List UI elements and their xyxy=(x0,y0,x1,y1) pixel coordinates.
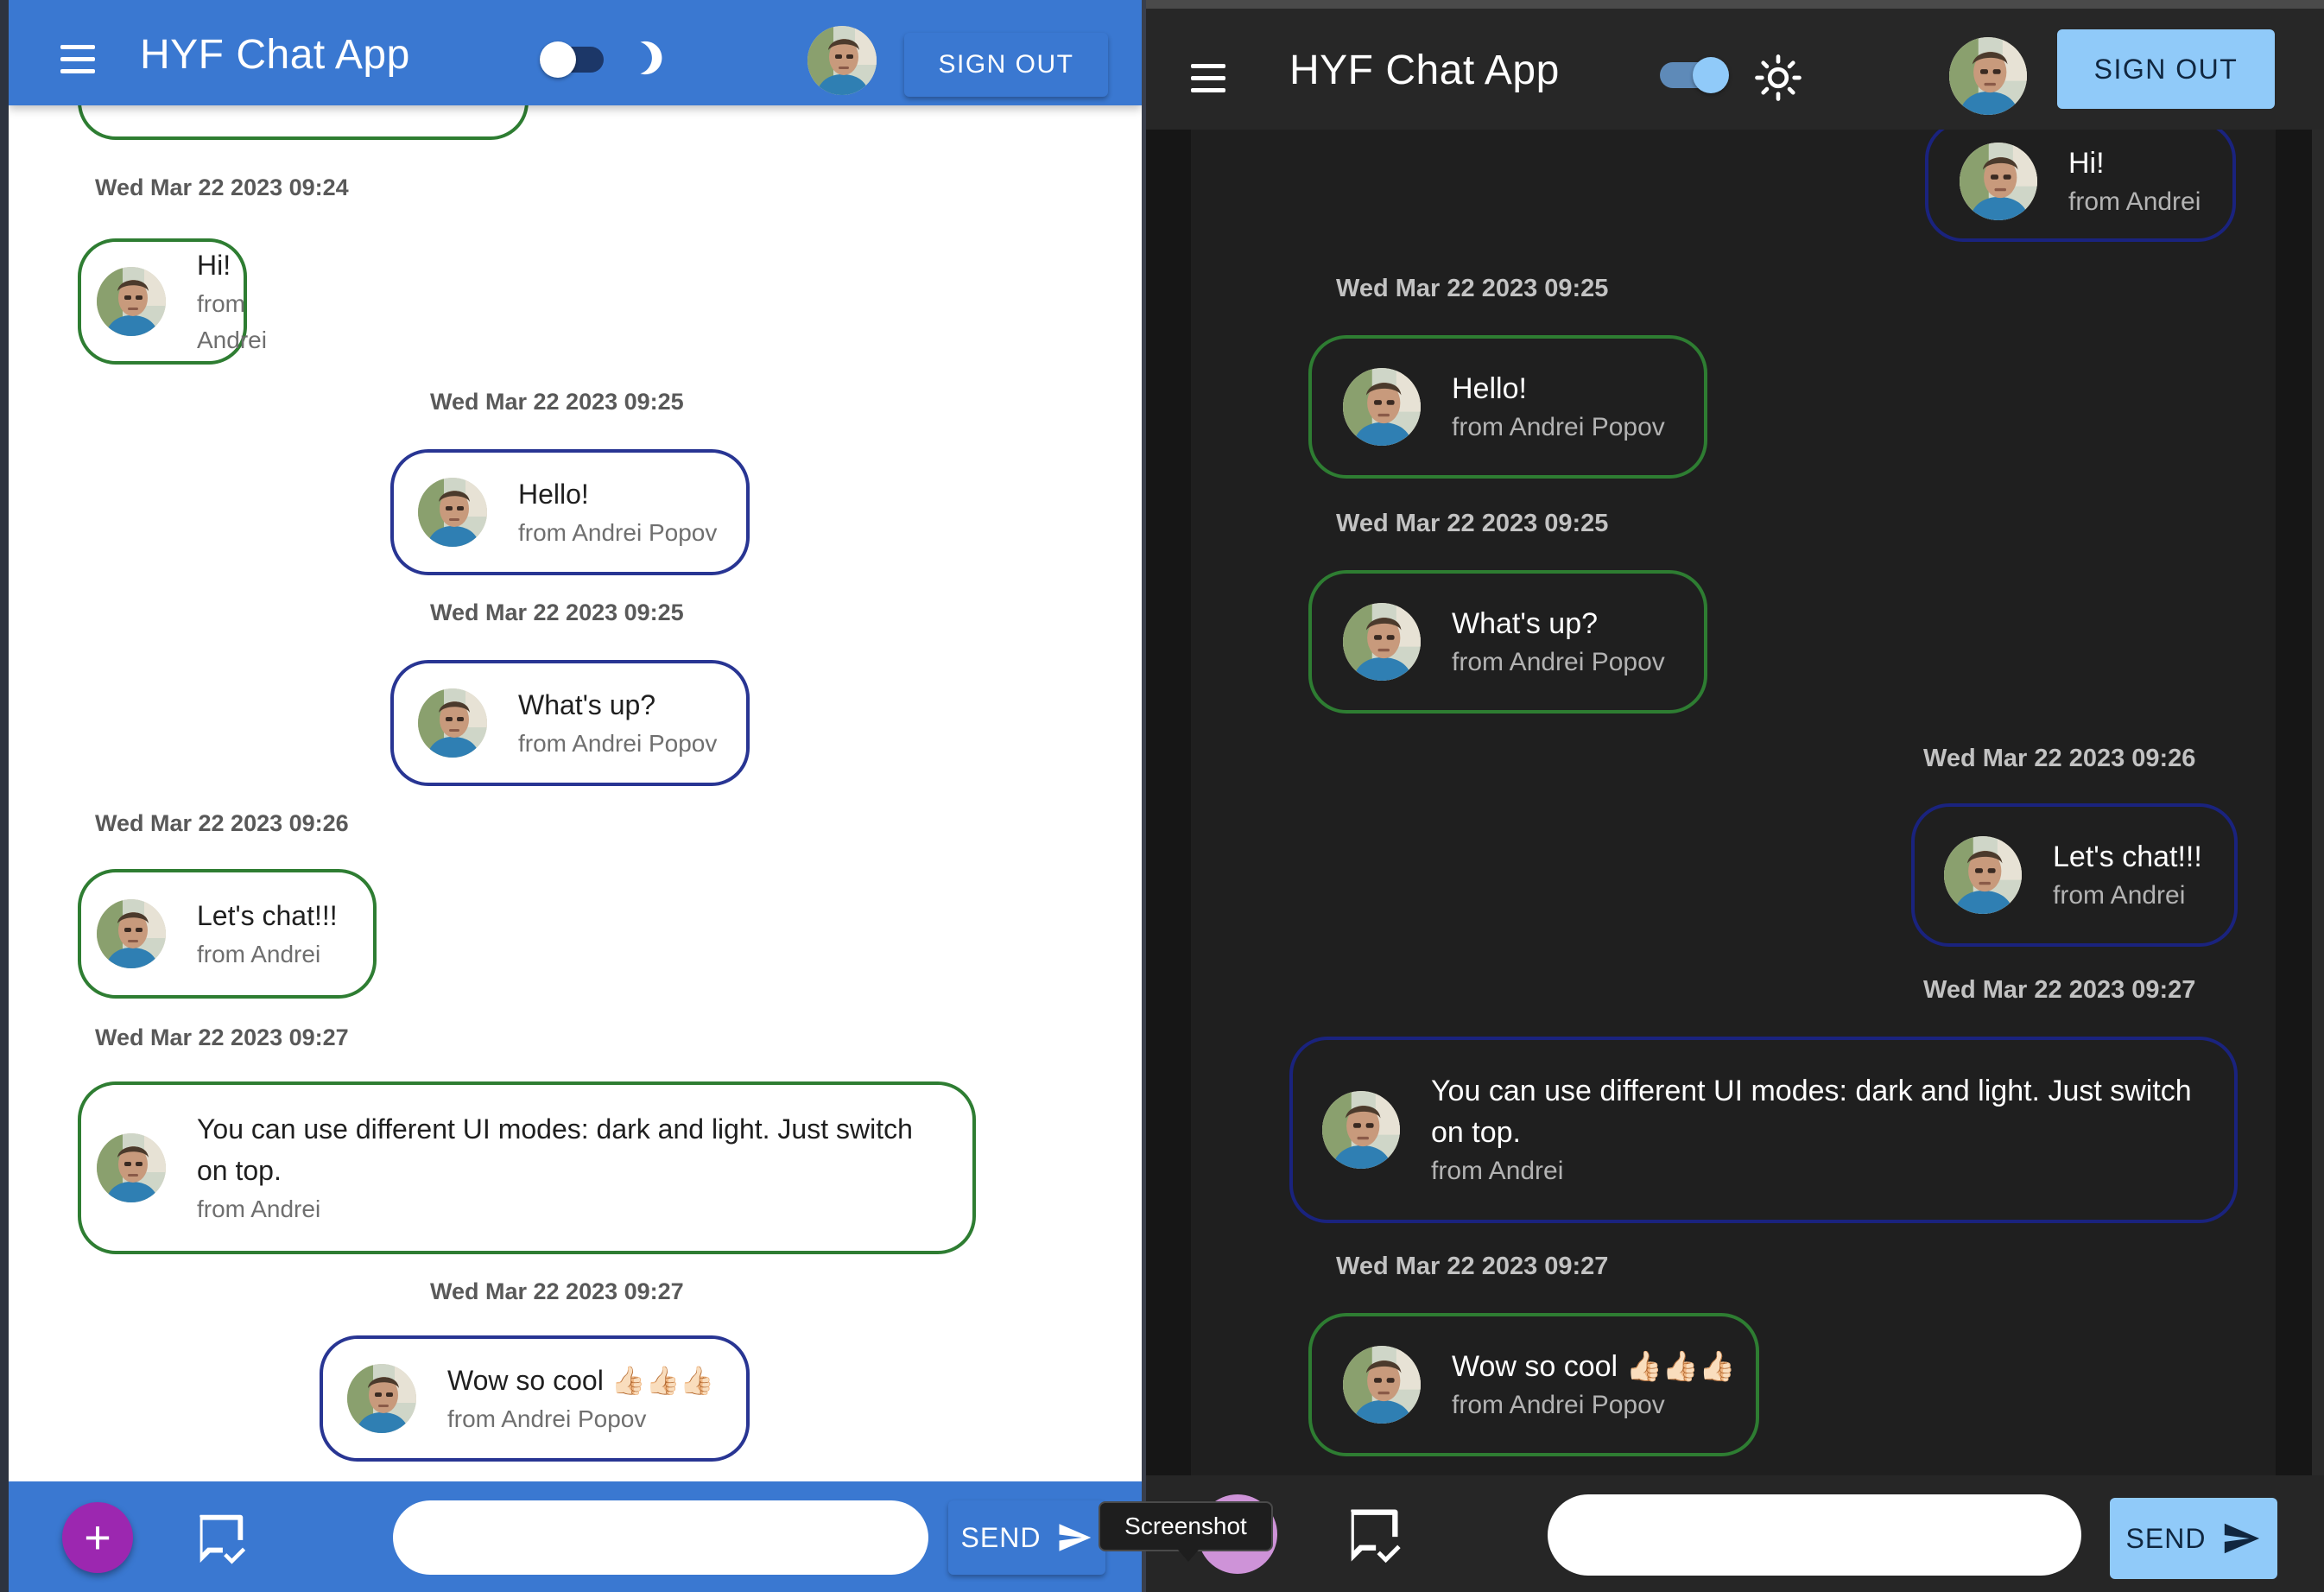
menu-icon[interactable] xyxy=(52,33,104,85)
composer-bar: + SEND xyxy=(9,1481,1142,1592)
toggle-thumb xyxy=(1693,57,1729,93)
send-label: SEND xyxy=(2125,1522,2207,1554)
message-text: Wow so cool 👍🏻👍🏻👍🏻 xyxy=(447,1365,715,1396)
toggle-thumb xyxy=(540,41,576,78)
app-bar: HYF Chat App SIGN OUT xyxy=(9,0,1142,105)
message-sender: from Andrei Popov xyxy=(1452,648,1665,676)
screenshot-tooltip: Screenshot xyxy=(1099,1501,1273,1562)
send-icon xyxy=(2225,1523,2260,1554)
send-button[interactable]: SEND xyxy=(948,1500,1105,1575)
send-icon xyxy=(1059,1524,1092,1551)
sender-avatar xyxy=(347,1364,416,1433)
sender-avatar xyxy=(1343,368,1421,446)
message-bubble: What's up? from Andrei Popov xyxy=(390,660,750,786)
theme-toggle[interactable] xyxy=(1660,57,1729,93)
app-title: HYF Chat App xyxy=(140,32,410,78)
timestamp: Wed Mar 22 2023 09:27 xyxy=(1336,1253,1609,1280)
scrollbar-gutter xyxy=(2312,9,2324,1592)
sender-avatar xyxy=(97,1133,166,1202)
message-bubble: Hello! from Andrei Popov xyxy=(1308,335,1707,479)
message-sender: from Andrei xyxy=(197,1196,321,1222)
sender-avatar xyxy=(1944,836,2022,914)
sender-avatar xyxy=(1960,143,2037,220)
send-label: SEND xyxy=(960,1521,1042,1553)
message-sender: from Andrei xyxy=(197,290,267,353)
message-bubble: Let's chat!!! from Andrei xyxy=(78,869,377,999)
sender-avatar xyxy=(418,688,487,758)
message-sender: from Andrei Popov xyxy=(1452,413,1665,441)
message-text: Let's chat!!! xyxy=(2053,840,2202,873)
message-text: Hello! xyxy=(1452,372,1527,405)
theme-toggle[interactable] xyxy=(540,41,609,78)
user-avatar[interactable] xyxy=(807,26,877,95)
chat-check-icon[interactable] xyxy=(190,1507,250,1568)
message-text: You can use different UI modes: dark and… xyxy=(197,1113,913,1186)
message-text: Let's chat!!! xyxy=(197,900,338,931)
light-mode-pane: HYF Chat App SIGN OUT Wed Mar 22 2023 09… xyxy=(9,0,1142,1592)
timestamp: Wed Mar 22 2023 09:26 xyxy=(95,810,349,836)
message-text: Hi! xyxy=(197,250,231,281)
timestamp: Wed Mar 22 2023 09:25 xyxy=(430,389,684,415)
app-bar: HYF Chat App SIGN OUT xyxy=(1146,9,2324,130)
message-bubble: Hello! from Andrei Popov xyxy=(390,449,750,575)
timestamp: Wed Mar 22 2023 09:25 xyxy=(1336,510,1609,537)
add-button[interactable]: + xyxy=(62,1502,133,1573)
message-feed[interactable]: Wed Mar 22 2023 09:24 Hi! from Andrei Wed… xyxy=(9,54,1142,1479)
message-input[interactable] xyxy=(1548,1494,2081,1576)
message-bubble: Let's chat!!! from Andrei xyxy=(1911,803,2238,947)
window-edge xyxy=(0,0,9,1592)
sender-avatar xyxy=(1343,1346,1421,1424)
message-sender: from Andrei xyxy=(197,941,321,967)
sign-out-button[interactable]: SIGN OUT xyxy=(2057,29,2275,109)
message-bubble: What's up? from Andrei Popov xyxy=(1308,570,1707,714)
timestamp: Wed Mar 22 2023 09:24 xyxy=(95,174,349,200)
message-text: Wow so cool 👍🏻👍🏻👍🏻 xyxy=(1452,1350,1736,1383)
send-button[interactable]: SEND xyxy=(2110,1498,2277,1579)
chat-check-icon[interactable] xyxy=(1340,1501,1406,1567)
sender-avatar xyxy=(1343,603,1421,681)
sun-icon xyxy=(1754,54,1802,102)
moon-icon xyxy=(630,38,670,78)
message-bubble: Hi! from Andrei xyxy=(78,238,267,365)
message-sender: from Andrei Popov xyxy=(1452,1391,1665,1419)
menu-icon[interactable] xyxy=(1182,52,1234,104)
message-bubble: You can use different UI modes: dark and… xyxy=(78,1081,976,1254)
app-title: HYF Chat App xyxy=(1289,48,1560,93)
message-sender: from Andrei xyxy=(2068,187,2201,216)
timestamp: Wed Mar 22 2023 09:27 xyxy=(95,1024,349,1050)
message-text: Hi! xyxy=(2068,147,2105,180)
message-input[interactable] xyxy=(393,1500,928,1575)
composer-bar: + SEND xyxy=(1146,1475,2324,1592)
timestamp: Wed Mar 22 2023 09:27 xyxy=(1923,976,2196,1004)
message-sender: from Andrei Popov xyxy=(447,1405,647,1432)
message-sender: from Andrei Popov xyxy=(518,519,718,546)
timestamp: Wed Mar 22 2023 09:25 xyxy=(1336,275,1609,302)
sender-avatar xyxy=(97,899,166,968)
message-text: What's up? xyxy=(1452,607,1599,640)
timestamp: Wed Mar 22 2023 09:25 xyxy=(430,599,684,625)
message-text: You can use different UI modes: dark and… xyxy=(1431,1075,2192,1149)
message-bubble: Hi! from Andrei xyxy=(1925,121,2236,242)
message-text: What's up? xyxy=(518,689,656,720)
sign-out-button[interactable]: SIGN OUT xyxy=(904,33,1108,97)
timestamp: Wed Mar 22 2023 09:26 xyxy=(1923,745,2196,772)
dark-mode-pane: HYF Chat App SIGN OUT Hi! from Andrei Wed… xyxy=(1146,0,2324,1592)
message-bubble: You can use different UI modes: dark and… xyxy=(1289,1037,2238,1223)
timestamp: Wed Mar 22 2023 09:27 xyxy=(430,1278,684,1304)
sender-avatar xyxy=(418,478,487,547)
message-sender: from Andrei xyxy=(2053,881,2186,910)
message-bubble: Wow so cool 👍🏻👍🏻👍🏻 from Andrei Popov xyxy=(320,1335,750,1462)
sender-avatar xyxy=(97,267,166,336)
message-text: Hello! xyxy=(518,479,589,510)
message-sender: from Andrei xyxy=(1431,1157,1564,1185)
sender-avatar xyxy=(1322,1091,1400,1169)
message-sender: from Andrei Popov xyxy=(518,730,718,757)
message-bubble: Wow so cool 👍🏻👍🏻👍🏻 from Andrei Popov xyxy=(1308,1313,1759,1456)
screenshot-composite: HYF Chat App SIGN OUT Wed Mar 22 2023 09… xyxy=(0,0,2324,1592)
user-avatar[interactable] xyxy=(1949,37,2027,115)
message-feed[interactable]: Hi! from Andrei Wed Mar 22 2023 09:25 Hel… xyxy=(1191,121,2276,1477)
